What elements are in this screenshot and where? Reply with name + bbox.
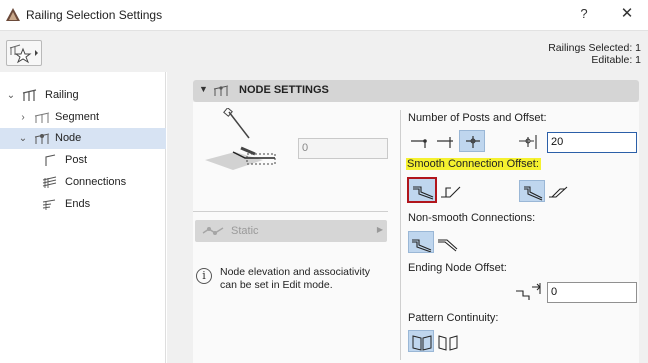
info-text: Node elevation and associativity can be …	[220, 266, 371, 291]
info-icon: i	[196, 268, 212, 284]
post-position-start-option[interactable]	[407, 130, 433, 152]
post-position-offset-option[interactable]	[459, 130, 485, 152]
post-offset-input[interactable]: 20	[547, 132, 637, 153]
ending-offset-icon	[516, 283, 541, 300]
panel-title: NODE SETTINGS	[239, 84, 329, 96]
stair-smooth-alt-icon	[549, 186, 568, 198]
tree-item-railing[interactable]: ⌄ Railing	[0, 85, 166, 106]
node-elevation-field: 0	[298, 138, 388, 159]
connections-icon	[42, 176, 57, 188]
editable-count: Editable: 1	[591, 54, 641, 66]
tree-item-label: Connections	[65, 176, 127, 188]
node-illustration-icon	[205, 108, 276, 170]
smooth-offset-option-3[interactable]	[519, 180, 545, 202]
tree-item-label: Post	[65, 154, 88, 166]
tree-item-label: Node	[55, 132, 82, 144]
stair-smooth-icon	[524, 186, 543, 201]
window-title: Railing Selection Settings	[26, 8, 163, 22]
static-label: Static	[231, 225, 259, 237]
nonsmooth-label: Non-smooth Connections:	[408, 212, 536, 224]
section-divider	[193, 211, 388, 212]
chevron-right-icon: ▶	[376, 225, 383, 234]
post-start-icon	[411, 139, 427, 148]
title-bar: Railing Selection Settings ? ✕	[0, 0, 648, 30]
posts-offset-label: Number of Posts and Offset:	[408, 112, 547, 124]
railings-selected-count: Railings Selected: 1	[548, 42, 641, 54]
app-logo-icon	[6, 8, 20, 21]
post-position-middle-option[interactable]	[433, 130, 459, 152]
tree-item-label: Railing	[45, 89, 79, 101]
tree-item-node[interactable]: ⌄ Node	[0, 128, 166, 149]
static-node-icon	[202, 227, 224, 235]
nonsmooth-step-icon	[412, 239, 432, 252]
settings-tree: ⌄ Railing › Segment ⌄ Node Post Connecti…	[0, 72, 166, 363]
column-divider	[400, 110, 401, 360]
node-icon	[213, 85, 229, 96]
chevron-down-icon[interactable]: ⌄	[6, 85, 16, 106]
ending-offset-label: Ending Node Offset:	[408, 262, 507, 274]
ends-icon	[42, 199, 56, 210]
segment-icon	[34, 112, 50, 123]
tree-item-ends[interactable]: Ends	[0, 194, 166, 215]
selection-info: Railings Selected: 1 Editable: 1	[548, 42, 641, 66]
smooth-offset-option-2[interactable]	[437, 180, 463, 202]
tree-item-label: Segment	[55, 111, 100, 123]
ending-offset-input[interactable]: 0	[547, 282, 637, 303]
offset-distance-icon	[519, 135, 537, 149]
pattern-book-icon	[412, 335, 432, 351]
pattern-continuity-option-1[interactable]	[408, 330, 434, 352]
stair-offset-alt-icon	[441, 186, 461, 198]
tree-item-segment[interactable]: › Segment	[0, 107, 166, 128]
nonsmooth-option-2[interactable]	[434, 231, 460, 253]
chevron-down-icon[interactable]: ⌄	[18, 128, 28, 149]
post-middle-icon	[437, 137, 453, 148]
post-offset-icon	[466, 136, 480, 148]
chevron-right-icon[interactable]: ›	[18, 107, 28, 128]
tree-item-post[interactable]: Post	[0, 150, 166, 171]
pattern-continuity-label: Pattern Continuity:	[408, 312, 499, 324]
stair-offset-icon	[413, 186, 434, 200]
smooth-offset-label-text: Smooth Connection Offset:	[406, 158, 541, 170]
favorites-star-icon	[9, 44, 38, 64]
smooth-offset-option-4[interactable]	[545, 180, 571, 202]
static-dropdown: Static ▶	[195, 220, 387, 242]
node-settings-header[interactable]: ▼ NODE SETTINGS	[193, 80, 639, 102]
post-icon	[45, 154, 56, 166]
settings-toolbar: Railings Selected: 1 Editable: 1	[0, 30, 648, 72]
smooth-offset-option-1[interactable]	[407, 177, 437, 203]
railing-icon	[22, 89, 37, 101]
tree-item-label: Ends	[65, 198, 91, 210]
nonsmooth-slope-icon	[438, 239, 458, 252]
tree-item-connections[interactable]: Connections	[0, 172, 166, 193]
pattern-break-icon	[438, 335, 458, 351]
smooth-offset-label: Smooth Connection Offset:	[406, 158, 541, 170]
node-icon	[34, 133, 50, 144]
pattern-continuity-option-2[interactable]	[434, 330, 460, 352]
close-button[interactable]: ✕	[618, 4, 636, 24]
collapse-arrow-icon[interactable]: ▼	[199, 84, 208, 94]
help-button[interactable]: ?	[577, 6, 591, 22]
nonsmooth-option-1[interactable]	[408, 231, 434, 253]
favorites-button[interactable]	[6, 40, 42, 66]
